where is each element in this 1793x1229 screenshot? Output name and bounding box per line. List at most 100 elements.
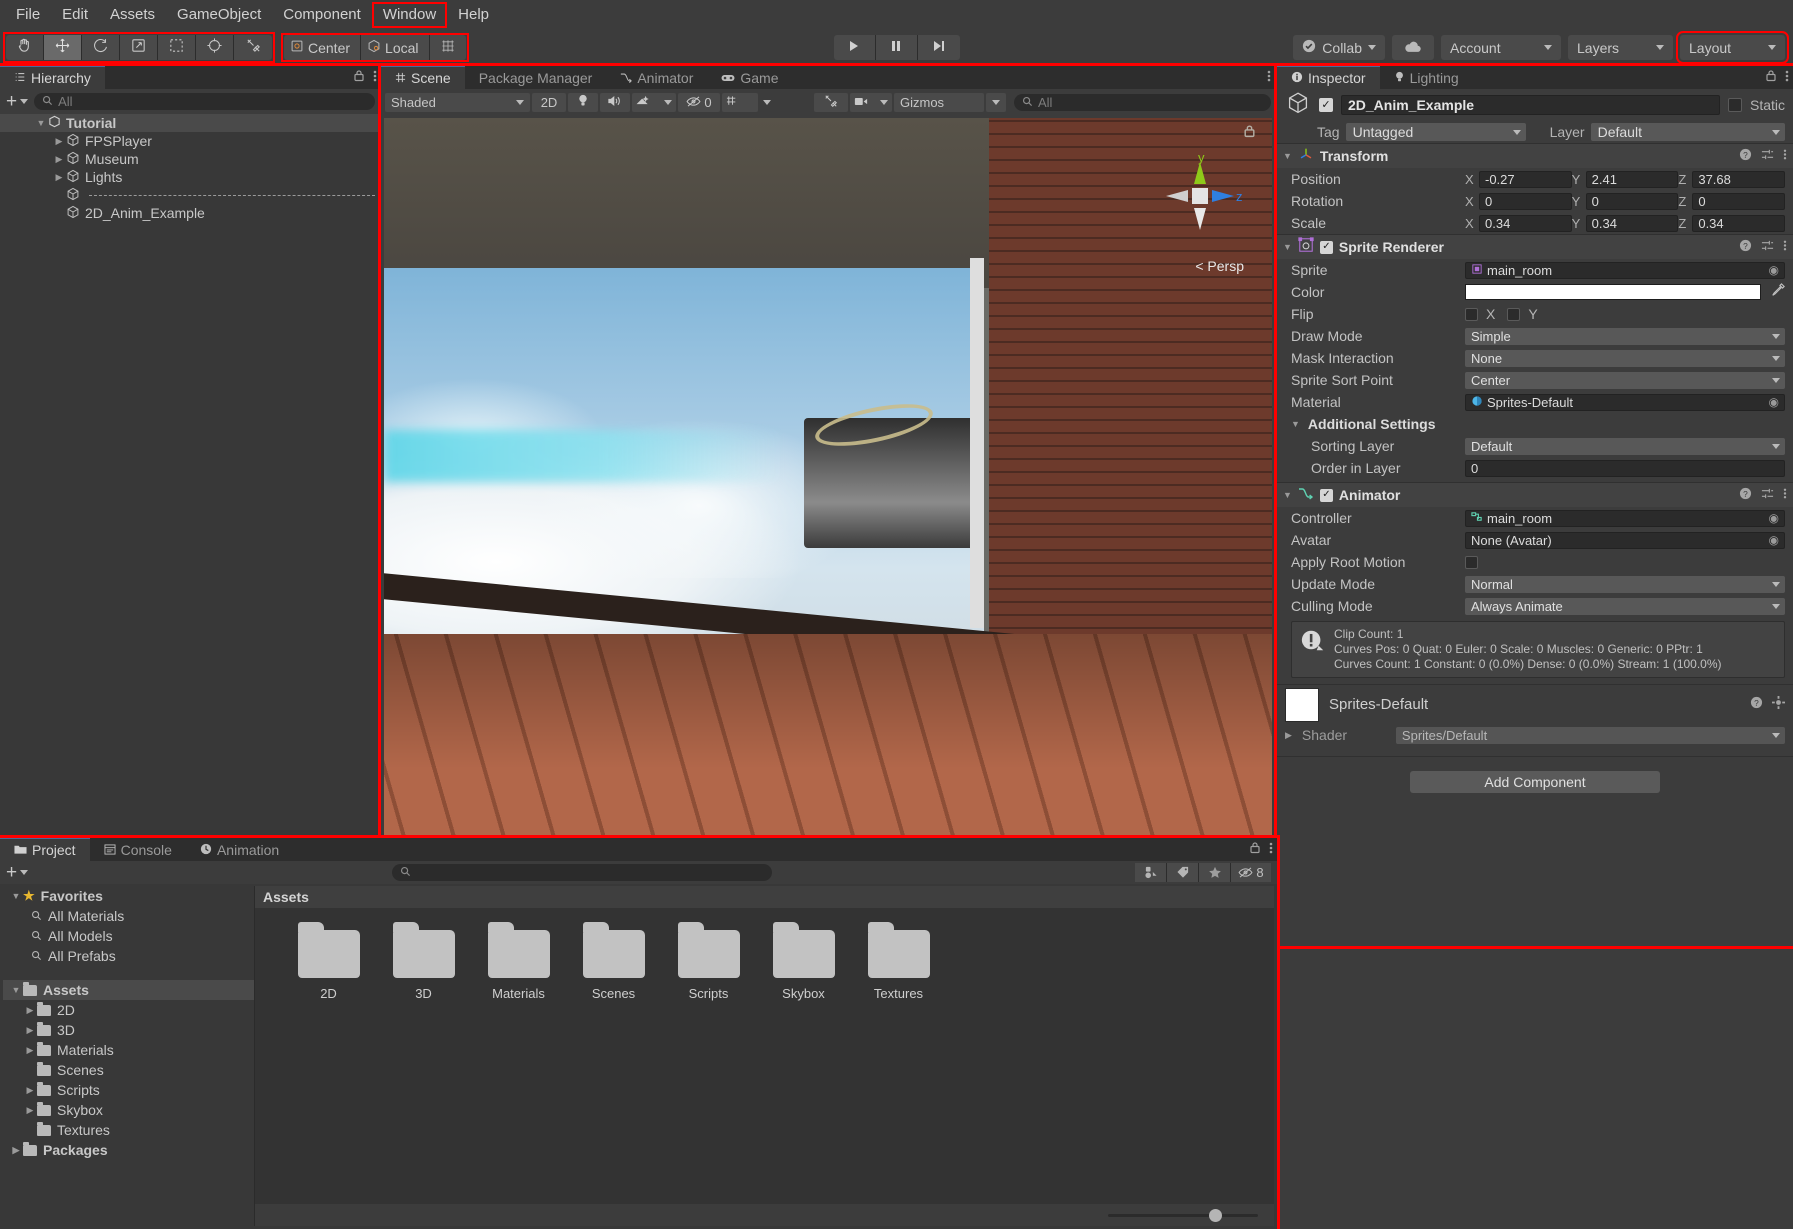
pivot-center-button[interactable]: Center (284, 35, 361, 60)
more-menu-icon[interactable] (1783, 487, 1787, 504)
shader-dropdown[interactable]: Sprites/Default (1396, 727, 1785, 744)
sorting-layer-dropdown[interactable]: Default (1465, 438, 1785, 455)
more-menu-icon[interactable] (1783, 239, 1787, 256)
sprite-renderer-enabled-checkbox[interactable]: ✓ (1320, 241, 1333, 254)
more-menu-icon[interactable] (1267, 69, 1271, 87)
expand-arrow-icon[interactable]: ▼ (9, 985, 23, 995)
expand-arrow-icon[interactable]: ▶ (23, 1105, 37, 1116)
tab-console[interactable]: Console (90, 838, 186, 861)
filter-type-button[interactable] (1135, 863, 1167, 882)
project-tree-assets[interactable]: ▼ Assets (3, 980, 254, 1000)
gizmos-dropdown[interactable]: Gizmos (894, 93, 984, 112)
hierarchy-row-2d-anim-example[interactable]: 2D_Anim_Example (0, 204, 381, 222)
tab-inspector[interactable]: Inspector (1277, 66, 1380, 89)
object-picker-icon[interactable]: ◉ (1769, 263, 1779, 277)
project-tree-2d[interactable]: ▶ 2D (3, 1000, 254, 1020)
scene-tools-button[interactable] (814, 93, 848, 112)
layers-button[interactable]: Layers (1568, 35, 1673, 60)
asset-item-skybox[interactable]: Skybox (756, 930, 851, 1001)
expand-arrow-icon[interactable]: ▶ (23, 1025, 37, 1036)
asset-item-textures[interactable]: Textures (851, 930, 946, 1001)
hierarchy-search-input[interactable]: All (34, 93, 375, 110)
avatar-object-field[interactable]: None (Avatar) ◉ (1465, 532, 1785, 549)
expand-arrow-icon[interactable]: ▶ (23, 1045, 37, 1056)
asset-item-materials[interactable]: Materials (471, 930, 566, 1001)
project-tree-all-models[interactable]: All Models (3, 926, 254, 946)
hierarchy-row-lights[interactable]: ▶ Lights (0, 168, 381, 186)
help-icon[interactable]: ? (1739, 148, 1752, 165)
collab-button[interactable]: Collab (1293, 35, 1385, 60)
project-search-input[interactable] (392, 864, 772, 881)
help-icon[interactable]: ? (1739, 487, 1752, 504)
collapse-arrow-icon[interactable]: ▼ (1291, 419, 1300, 429)
pause-button[interactable] (876, 35, 918, 60)
expand-arrow-icon[interactable]: ▶ (52, 154, 66, 165)
flip-x-checkbox[interactable] (1465, 308, 1478, 321)
preset-icon[interactable] (1761, 239, 1774, 256)
tag-dropdown[interactable]: Untagged (1346, 123, 1526, 141)
project-tree-packages[interactable]: ▶ Packages (3, 1140, 254, 1160)
hierarchy-row-tutorial[interactable]: ▼ Tutorial (0, 114, 381, 132)
asset-item-scenes[interactable]: Scenes (566, 930, 661, 1001)
project-tree-materials[interactable]: ▶ Materials (3, 1040, 254, 1060)
expand-arrow-icon[interactable]: ▶ (9, 1145, 23, 1156)
rotation-y-input[interactable]: 0 (1586, 193, 1679, 210)
zoom-slider[interactable] (1108, 1214, 1258, 1217)
object-name-input[interactable]: 2D_Anim_Example (1341, 95, 1720, 115)
asset-grid[interactable]: 2D 3D Materials Scenes (255, 908, 1274, 1204)
hierarchy-row-museum[interactable]: ▶ Museum (0, 150, 381, 168)
lock-icon[interactable] (353, 69, 365, 87)
hierarchy-row-dragline[interactable] (0, 186, 381, 204)
scale-y-input[interactable]: 0.34 (1586, 215, 1679, 232)
filter-label-button[interactable] (1167, 863, 1199, 882)
position-x-input[interactable]: -0.27 (1479, 171, 1572, 188)
component-header-sprite-renderer[interactable]: ▼ ✓ Sprite Renderer ? (1277, 234, 1793, 259)
mask-interaction-dropdown[interactable]: None (1465, 350, 1785, 367)
layer-dropdown[interactable]: Default (1591, 123, 1785, 141)
tab-animation[interactable]: Animation (186, 838, 293, 861)
scene-grid-dropdown[interactable] (722, 93, 758, 112)
position-y-input[interactable]: 2.41 (1586, 171, 1679, 188)
menu-item-help[interactable]: Help (448, 3, 499, 27)
flip-y-checkbox[interactable] (1507, 308, 1520, 321)
grid-snap-button[interactable] (430, 35, 466, 60)
favorites-filter-button[interactable] (1199, 863, 1231, 882)
scene-audio-toggle[interactable] (600, 93, 630, 112)
transform-tool-button[interactable] (196, 35, 234, 60)
create-gameobject-button[interactable]: + (6, 95, 28, 109)
menu-item-component[interactable]: Component (273, 3, 371, 27)
scale-tool-button[interactable] (120, 35, 158, 60)
project-tree-favorites[interactable]: ▼ ★ Favorites (3, 886, 254, 906)
scene-search-input[interactable]: All (1014, 94, 1271, 111)
scene-viewport[interactable]: y z < Persp (384, 118, 1272, 835)
expand-arrow-icon[interactable]: ▶ (23, 1005, 37, 1016)
project-tree-textures[interactable]: Textures (3, 1120, 254, 1140)
expand-arrow-icon[interactable]: ▼ (9, 891, 23, 901)
object-picker-icon[interactable]: ◉ (1769, 533, 1779, 547)
sprite-object-field[interactable]: main_room ◉ (1465, 262, 1785, 279)
tab-animator[interactable]: Animator (606, 66, 707, 89)
rotate-tool-button[interactable] (82, 35, 120, 60)
collapse-arrow-icon[interactable]: ▼ (1283, 151, 1292, 161)
apply-root-motion-checkbox[interactable] (1465, 556, 1478, 569)
object-enabled-checkbox[interactable]: ✓ (1319, 98, 1333, 112)
menu-item-file[interactable]: File (6, 3, 50, 27)
component-header-transform[interactable]: ▼ Transform ? (1277, 143, 1793, 168)
scale-x-input[interactable]: 0.34 (1479, 215, 1572, 232)
layout-button[interactable]: Layout (1680, 35, 1785, 60)
tab-lighting[interactable]: Lighting (1380, 66, 1473, 89)
project-tree-scripts[interactable]: ▶ Scripts (3, 1080, 254, 1100)
expand-arrow-icon[interactable]: ▶ (23, 1085, 37, 1096)
expand-arrow-icon[interactable]: ▶ (1285, 730, 1292, 741)
object-picker-icon[interactable]: ◉ (1769, 395, 1779, 409)
tab-project[interactable]: Project (0, 838, 90, 861)
gear-icon[interactable] (1772, 696, 1785, 713)
hierarchy-row-fpsplayer[interactable]: ▶ FPSPlayer (0, 132, 381, 150)
menu-item-edit[interactable]: Edit (52, 3, 98, 27)
expand-arrow-icon[interactable]: ▼ (34, 118, 48, 128)
play-button[interactable] (834, 35, 876, 60)
rect-tool-button[interactable] (158, 35, 196, 60)
breadcrumb[interactable]: Assets (255, 886, 1274, 908)
account-button[interactable]: Account (1441, 35, 1561, 60)
more-menu-icon[interactable] (1783, 148, 1787, 165)
